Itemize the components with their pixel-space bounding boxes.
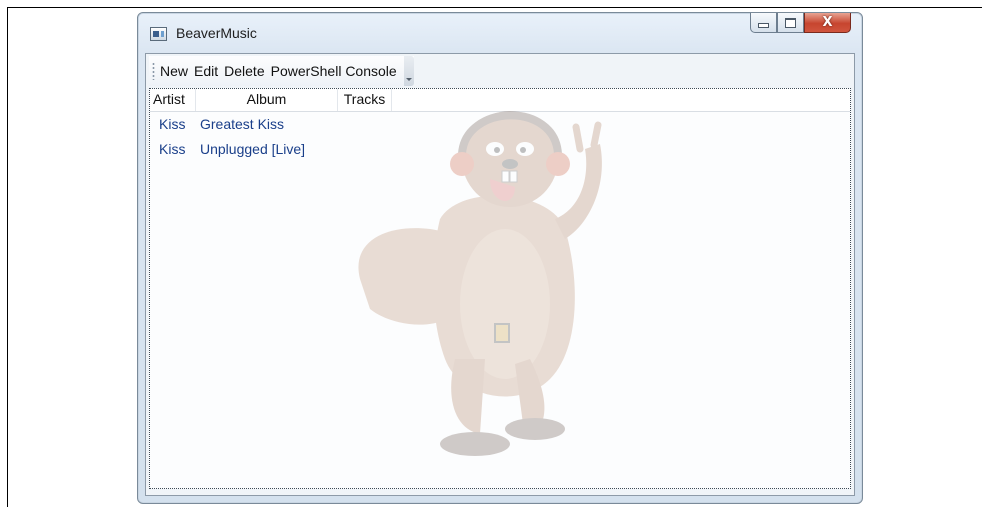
new-button[interactable]: New [157,61,191,81]
column-header-artist[interactable]: Artist [150,89,196,111]
document-frame-left [7,7,8,507]
delete-button[interactable]: Delete [221,61,267,81]
column-header-album[interactable]: Album [196,89,338,111]
toolbar-grip[interactable] [152,62,155,80]
artist-cell: Kiss [159,140,186,157]
maximize-button[interactable] [777,13,804,33]
window-title: BeaverMusic [176,25,257,41]
beavermusic-window: BeaverMusic X New Edit Delete PowerShell… [137,12,863,504]
album-cell: Greatest Kiss [200,115,285,132]
maximize-icon [785,17,796,28]
minimize-button[interactable] [750,13,777,33]
album-list[interactable]: Artist Album Tracks Kiss Greatest Kiss K… [149,88,851,489]
toolbar: New Edit Delete PowerShell Console [149,56,414,86]
caption-buttons: X [750,13,851,35]
title-bar[interactable]: BeaverMusic X [138,13,862,53]
table-row[interactable]: Kiss Greatest Kiss [150,111,850,136]
app-icon[interactable] [150,27,167,41]
client-area: New Edit Delete PowerShell Console Artis… [145,53,855,496]
powershell-console-button[interactable]: PowerShell Console [268,61,400,81]
beaver-watermark-illustration [358,111,602,456]
document-frame-top [7,7,982,8]
artist-cell: Kiss [159,115,186,132]
minimize-icon [758,23,769,28]
album-cell: Unplugged [Live] [200,140,306,157]
edit-button[interactable]: Edit [191,61,221,81]
close-button[interactable]: X [804,13,851,33]
close-icon: X [822,15,833,30]
column-header-tracks[interactable]: Tracks [338,89,392,111]
table-row[interactable]: Kiss Unplugged [Live] [150,136,850,161]
toolbar-overflow-button[interactable] [403,56,414,86]
album-rows: Kiss Greatest Kiss Kiss Unplugged [Live] [150,111,850,161]
